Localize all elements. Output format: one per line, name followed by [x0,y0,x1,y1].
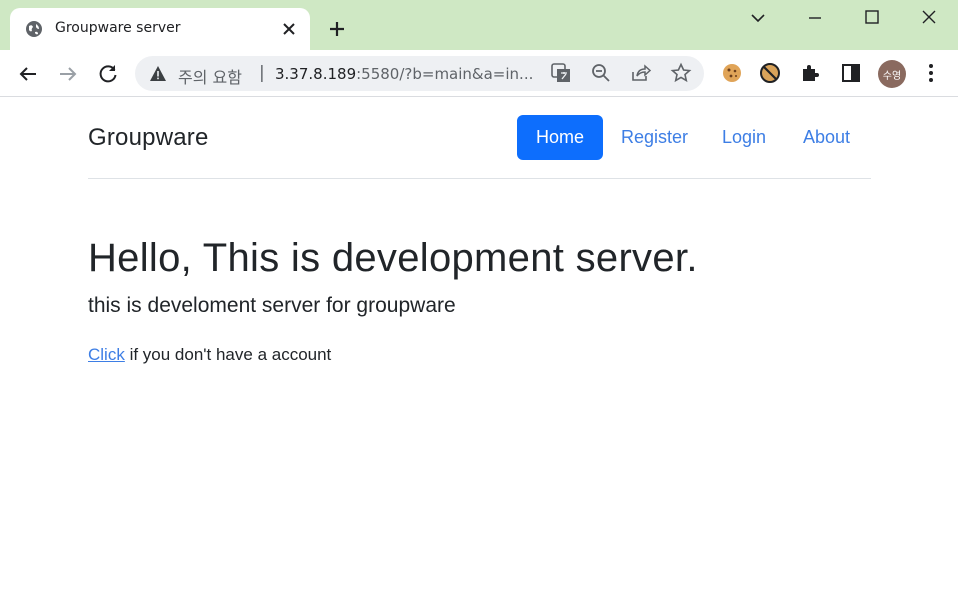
url-text: 3.37.8.189:5580/?b=main&a=in... [275,65,533,83]
url-path: :5580/?b=main&a=in... [356,65,534,83]
register-prompt-text: if you don't have a account [124,345,332,364]
click-link[interactable]: Click [88,345,125,364]
tab-title: Groupware server [55,20,181,36]
zoom-out-icon[interactable] [590,62,612,84]
header-divider [88,178,871,179]
translate-icon[interactable] [550,62,572,84]
url-host: 3.37.8.189 [275,65,357,83]
url-separator: | [259,63,265,83]
nav-about-link[interactable]: About [803,127,850,148]
more-menu-icon[interactable] [919,61,943,85]
address-bar[interactable]: 주의 요함 | 3.37.8.189:5580/?b=main&a=in... [135,56,704,91]
globe-icon [26,21,42,37]
page-title: Hello, This is development server. [88,236,698,280]
page-lead: this is develoment server for groupware [88,294,456,317]
reload-icon[interactable] [96,62,120,86]
tab-strip: Groupware server [0,0,958,50]
site-brand[interactable]: Groupware [88,124,209,152]
tab-search-icon[interactable] [746,6,770,30]
register-prompt: Click if you don't have a account [88,345,331,365]
browser-tab[interactable]: Groupware server [10,8,310,50]
minimize-icon[interactable] [803,6,827,30]
share-icon[interactable] [630,62,652,84]
back-icon[interactable] [16,62,40,86]
new-tab-icon[interactable] [327,19,347,39]
profile-avatar[interactable]: 수영 [878,60,906,88]
nav-login-link[interactable]: Login [722,127,766,148]
security-label: 주의 요함 [178,68,242,87]
nav-register-link[interactable]: Register [621,127,688,148]
bookmark-star-icon[interactable] [670,62,692,84]
cookie-extension-icon[interactable] [720,61,744,85]
forward-icon[interactable] [56,62,80,86]
warning-icon[interactable] [149,65,167,82]
side-panel-icon[interactable] [839,61,863,85]
nav-home-button[interactable]: Home [517,115,603,160]
extensions-puzzle-icon[interactable] [799,61,823,85]
block-extension-icon[interactable] [758,61,782,85]
maximize-icon[interactable] [860,6,884,30]
close-icon[interactable] [280,20,298,38]
window-close-icon[interactable] [917,6,941,30]
